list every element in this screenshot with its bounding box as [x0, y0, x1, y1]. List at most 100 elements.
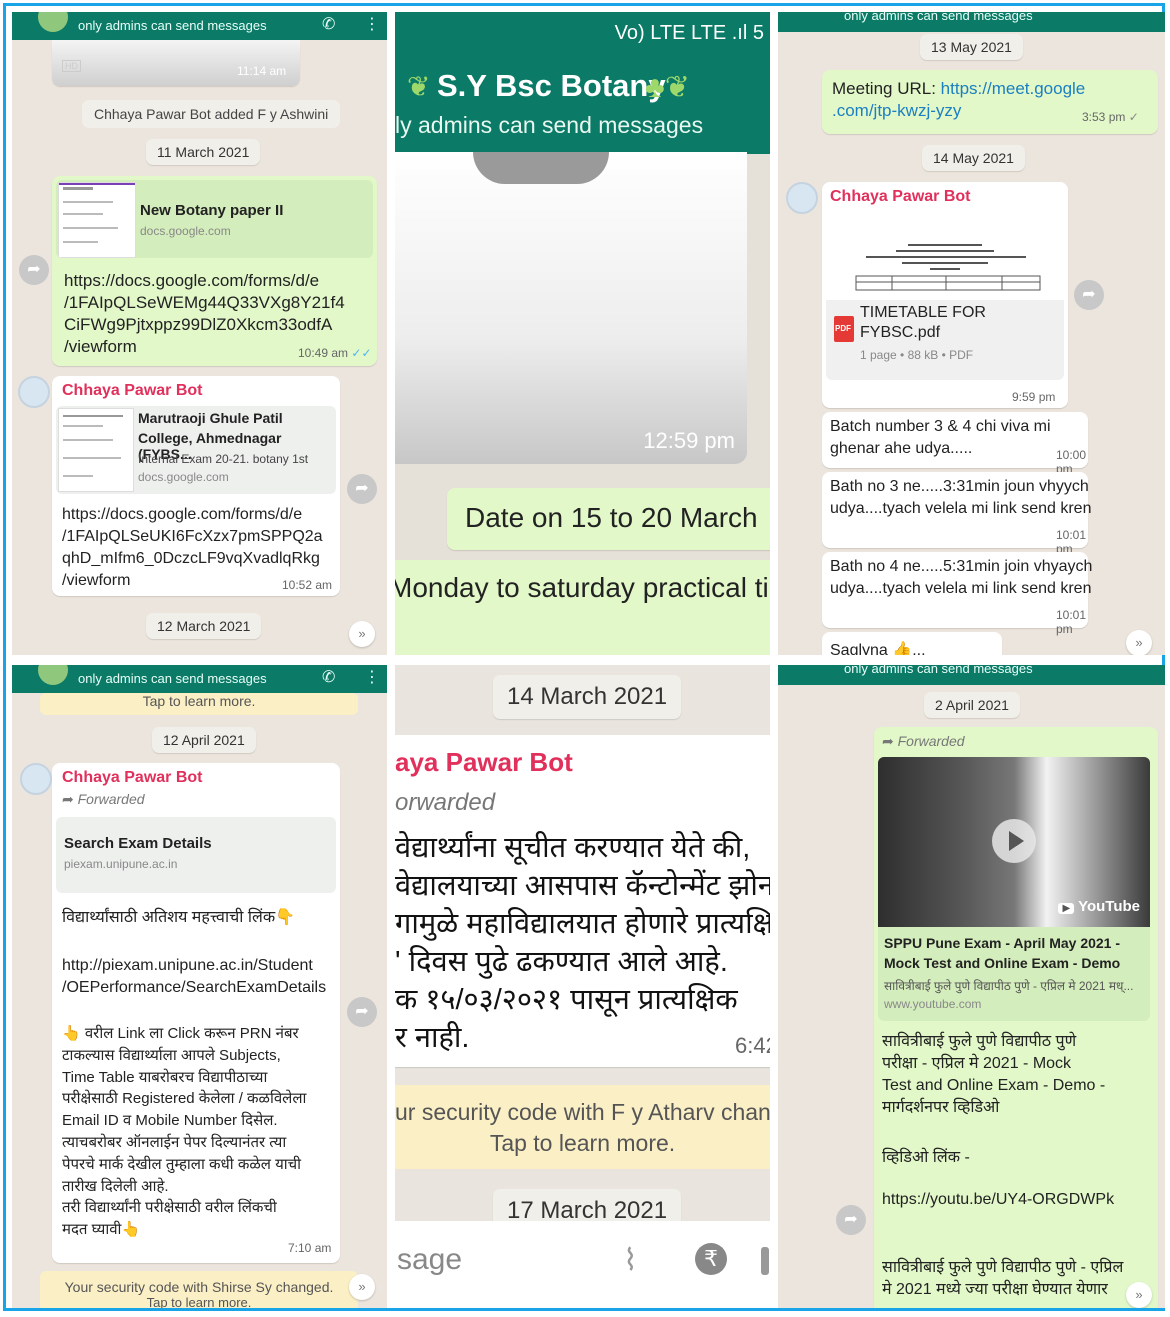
rupee-payment-icon[interactable]: ₹ — [695, 1243, 727, 1275]
link-line: https://docs.google.com/forms/d/e — [62, 506, 303, 523]
group-avatar[interactable] — [38, 665, 68, 685]
incoming-text-message[interactable]: Saglyna 👍... — [822, 632, 1002, 655]
youtube-link[interactable]: https://youtu.be/UY4-ORGDWPk — [882, 1191, 1114, 1209]
timetable-thumbnail-lines — [855, 244, 1041, 291]
scroll-down-icon[interactable]: » — [1126, 1282, 1152, 1308]
chat-header: only admins can send messages — [778, 665, 1165, 685]
security-code-notice[interactable]: Your security code with Shirse Sy change… — [40, 1271, 358, 1308]
incoming-text-message[interactable]: Bath no 3 ne.....3:31min joun vhyych udy… — [822, 472, 1091, 556]
forward-share-icon[interactable]: ➦ — [836, 1205, 866, 1235]
more-options-icon[interactable]: ⋮ — [364, 667, 380, 687]
incoming-document-message[interactable]: Chhaya Pawar Bot PDF TIMETABLE FOR FYBSC… — [822, 182, 1068, 408]
body-line: त्याचबरोबर ऑनलाईन पेपर दिल्यानंतर त्या — [62, 1133, 287, 1151]
message-text: Batch number 3 & 4 chi viva mi ghenar ah… — [830, 416, 1051, 460]
preview-title-line: SPPU Pune Exam - April May 2021 - — [884, 935, 1121, 951]
attach-paperclip-icon[interactable]: ⌇ — [623, 1243, 638, 1278]
panel-group-youtube: only admins can send messages 2 April 20… — [778, 665, 1165, 1308]
forwarded-label: ➦ Forwarded — [882, 733, 965, 750]
camera-icon[interactable] — [761, 1247, 769, 1275]
body-line: क १५/०३/२०२१ पासून प्रात्यक्षिक — [395, 984, 738, 1016]
preview-title: Search Exam Details — [64, 835, 212, 852]
body-line: मे 2021 मध्ये ज्या परीक्षा घेण्यात येणार — [882, 1281, 1108, 1298]
media-message[interactable]: HD 11:14 am — [52, 40, 300, 86]
sender-name[interactable]: Chhaya Pawar Bot — [830, 188, 970, 206]
sender-avatar[interactable] — [786, 182, 818, 214]
scroll-down-icon[interactable]: » — [349, 621, 375, 647]
security-code-text: ur security code with F y Atharv chang — [395, 1099, 770, 1125]
call-icon[interactable]: ✆ — [322, 667, 335, 687]
incoming-link-message[interactable]: Chhaya Pawar Bot Marutraoji Ghule Patil … — [52, 376, 340, 596]
incoming-notice-message[interactable]: aya Pawar Bot orwarded वेद्यार्थ्यांना स… — [395, 735, 770, 1067]
media-time: 12:59 pm — [643, 428, 735, 453]
sender-name[interactable]: Chhaya Pawar Bot — [62, 382, 202, 400]
incoming-text-message[interactable]: Bath no 4 ne.....5:31min join vhyaych ud… — [822, 552, 1092, 636]
pdf-badge: PDF — [835, 324, 851, 333]
body-line: टाकल्यास विद्यार्थ्याला आपले Subjects, — [62, 1046, 281, 1064]
exam-details-link[interactable]: http://piexam.unipune.ac.in/Student /OEP… — [62, 955, 326, 999]
admins-only-banner: only admins can send messages — [78, 671, 267, 686]
body-line: गामुळे महाविद्यालयात होणारे प्रात्यक्षिक — [395, 908, 770, 940]
panel-group-notice-zoom: 14 March 2021 aya Pawar Bot orwarded वेद… — [395, 665, 770, 1308]
body-line: मदत घ्यावी👆 — [62, 1221, 141, 1239]
call-icon[interactable]: ✆ — [322, 14, 335, 34]
message-body: 👆 वरील Link ला Click करून PRN नंबर टाकल्… — [62, 1023, 306, 1241]
date-chip-14-march: 14 March 2021 — [493, 675, 682, 719]
forward-share-icon[interactable]: ➦ — [1074, 280, 1104, 310]
scroll-down-icon[interactable]: » — [1126, 630, 1152, 655]
video-message[interactable]: 12:59 pm — [395, 152, 747, 464]
group-avatar[interactable] — [38, 12, 68, 32]
meeting-link[interactable]: https://meet.google — [941, 79, 1086, 98]
video-thumbnail[interactable]: ▶ YouTube — [878, 757, 1150, 927]
sender-avatar[interactable] — [18, 376, 50, 408]
forward-share-icon[interactable]: ➦ — [347, 474, 377, 504]
meeting-link[interactable]: .com/jtp-kwzj-yzy — [832, 101, 961, 120]
preview-description: Internal Exam 20-21. botany 1st — [138, 452, 309, 466]
tap-to-learn-more: Tap to learn more. — [146, 1295, 252, 1308]
date-chip-13-may: 13 May 2021 — [920, 34, 1023, 60]
outgoing-meeting-url[interactable]: Meeting URL: https://meet.google .com/jt… — [822, 70, 1158, 134]
play-triangle — [1009, 831, 1024, 851]
meeting-url-text: Meeting URL: https://meet.google .com/jt… — [832, 78, 1085, 122]
body-line: तरी विद्यार्थ्यांनी परीक्षेसाठी वरील लिं… — [62, 1199, 277, 1217]
forwarded-text: Forwarded — [897, 733, 965, 749]
forward-share-icon[interactable]: ➦ — [347, 997, 377, 1027]
forward-share-icon[interactable]: ➦ — [19, 255, 49, 285]
scroll-down-icon[interactable]: » — [349, 1274, 375, 1300]
panel-group-header-zoom: Vo) LTE LTE .ıl 5 ❦ S.Y Bsc Botany ♣❦ ly… — [395, 12, 770, 655]
sender-avatar[interactable] — [20, 763, 52, 795]
document-preview[interactable]: PDF TIMETABLE FOR FYBSC.pdf 1 page • 88 … — [826, 212, 1064, 380]
date-chip-12-april: 12 April 2021 — [152, 727, 256, 753]
link-preview[interactable]: Search Exam Details piexam.unipune.ac.in — [56, 817, 336, 893]
security-code-notice[interactable]: ur security code with F y Atharv chang T… — [395, 1085, 770, 1169]
message-input[interactable]: sage — [397, 1243, 462, 1277]
form-link[interactable]: https://docs.google.com/forms/d/e /1FAIp… — [64, 270, 345, 358]
outgoing-message-practical[interactable]: Monday to saturday practical ti — [395, 560, 770, 655]
pdf-icon: PDF — [834, 316, 854, 342]
video-link-label: व्हिडिओ लिंक - — [882, 1149, 970, 1166]
form-thumbnail — [58, 182, 136, 258]
incoming-text-message[interactable]: Batch number 3 & 4 chi viva mi ghenar ah… — [822, 412, 1088, 476]
system-added-notice: Chhaya Pawar Bot added F y Ashwini — [82, 100, 341, 128]
body-line: सावित्रीबाई फुले पुणे विद्यापीठ पुणे — [882, 1033, 1077, 1050]
link-line: /OEPerformance/SearchExamDetails — [62, 979, 327, 996]
group-title[interactable]: S.Y Bsc Botany — [437, 68, 666, 104]
outgoing-youtube-message[interactable]: ➦ Forwarded ▶ YouTube SPPU Pune Exam - A… — [874, 727, 1158, 1308]
link-line: qhD_mIfm6_0DczcLF9vqXvadlqRkg — [62, 550, 320, 567]
body-line: Email ID व Mobile Number दिसेल. — [62, 1112, 278, 1130]
chat-header: only admins can send messages — [778, 12, 1165, 32]
incoming-exam-message[interactable]: Chhaya Pawar Bot ➦ Forwarded Search Exam… — [52, 763, 340, 1263]
sender-name[interactable]: Chhaya Pawar Bot — [62, 769, 202, 787]
link-preview[interactable]: Marutraoji Ghule Patil College, Ahmednag… — [56, 406, 336, 494]
youtube-preview[interactable]: ▶ YouTube SPPU Pune Exam - April May 202… — [878, 757, 1150, 1021]
security-notice-tap[interactable]: Tap to learn more. — [40, 693, 358, 715]
link-preview[interactable]: New Botany paper II docs.google.com — [56, 180, 373, 258]
read-ticks-icon: ✓✓ — [351, 346, 372, 360]
outgoing-link-message[interactable]: New Botany paper II docs.google.com http… — [52, 176, 377, 366]
body-line: वेद्यार्थ्यांना सूचीत करण्यात येते की, — [395, 832, 751, 864]
text-line: Batch number 3 & 4 chi viva mi — [830, 418, 1051, 435]
sender-name[interactable]: aya Pawar Bot — [395, 747, 573, 778]
outgoing-message-date[interactable]: Date on 15 to 20 March — [447, 488, 770, 550]
more-options-icon[interactable]: ⋮ — [364, 14, 380, 34]
message-time: 10:01 pm — [1056, 608, 1087, 636]
play-button-icon[interactable] — [992, 819, 1036, 863]
